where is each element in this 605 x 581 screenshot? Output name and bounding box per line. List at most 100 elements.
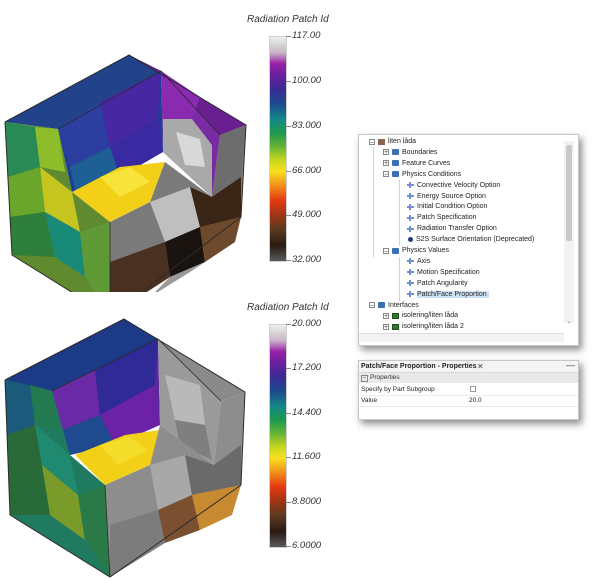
condition-icon (407, 182, 414, 189)
colorbar-tick-label: 17.200 (292, 362, 322, 373)
tree-item[interactable]: + Boundaries (383, 147, 437, 158)
tree-item-label: Physics Values (402, 247, 449, 254)
property-key: Specify by Part Subgroup (361, 386, 435, 393)
tree-guide-line (399, 180, 400, 246)
collapse-icon[interactable]: − (369, 302, 375, 309)
scroll-down-arrow-icon[interactable]: ⌄ (564, 319, 574, 325)
tick-mark (286, 413, 291, 414)
colorbar-tick-label: 14.400 (292, 407, 322, 418)
tree-item[interactable]: Motion Specification (407, 267, 480, 278)
condition-icon (407, 258, 414, 265)
collapse-icon[interactable]: − (361, 375, 368, 382)
collapse-icon[interactable]: − (369, 138, 375, 145)
collapse-icon[interactable]: − (383, 171, 389, 178)
colorbar-tick-label: 11.600 (292, 451, 321, 462)
colorbar-tick-label: 32.000 (292, 254, 322, 265)
tree-item[interactable]: + isolering/liten låda 2 (383, 321, 464, 332)
tick-mark (286, 126, 291, 127)
property-key: Value (361, 397, 378, 404)
tree-item[interactable]: − liten låda (369, 136, 416, 147)
tick-mark (286, 324, 291, 325)
section-label: Properties (370, 374, 400, 381)
scrollbar-thumb[interactable] (566, 145, 572, 241)
colorbar-top: Radiation Patch Id 117.00 100.00 83.000 … (245, 14, 355, 270)
condition-icon (407, 225, 414, 232)
properties-tab-title[interactable]: Patch/Face Proportion - Properties (361, 361, 477, 372)
tree-item-label: Patch/Face Proportion (417, 290, 489, 298)
interface-icon (392, 323, 399, 330)
node-icon (378, 138, 385, 145)
condition-icon (407, 280, 414, 287)
colorbar-tick-label: 100.00 (292, 75, 322, 86)
tree-item[interactable]: − Interfaces (369, 300, 419, 311)
expand-icon[interactable]: + (383, 149, 389, 156)
tree-item-label: Patch Specification (417, 214, 477, 222)
tree-item[interactable]: + Feature Curves (383, 158, 450, 169)
tree-vertical-scrollbar[interactable]: ⌄ (564, 141, 574, 325)
tick-mark (286, 36, 291, 37)
value-field[interactable]: 20.0 (469, 395, 482, 406)
collapse-icon[interactable]: − (383, 247, 389, 254)
tree-item[interactable]: − Physics Values (383, 245, 449, 256)
dot-icon (408, 237, 413, 243)
tree-item-label: S2S Surface Orientation (Deprecated) (416, 236, 535, 244)
condition-icon (407, 193, 414, 199)
colorbar-gradient (269, 324, 287, 548)
tick-mark (286, 502, 291, 503)
tree-item-label: Radiation Transfer Option (417, 225, 497, 233)
tree-item-label: Interfaces (388, 301, 419, 309)
condition-icon (407, 269, 414, 276)
close-icon[interactable]: ✕ (477, 361, 484, 372)
tree-item[interactable]: Convective Velocity Option (407, 180, 500, 191)
simulation-tree-panel[interactable]: − liten låda + Boundaries + Feature Curves − Ph… (358, 134, 579, 346)
interface-icon (392, 312, 399, 319)
expand-icon[interactable]: + (383, 160, 389, 167)
condition-icon (407, 291, 414, 298)
expand-icon[interactable]: + (383, 323, 389, 330)
properties-section-header[interactable]: − Properties (359, 373, 578, 383)
cube-render-bottom[interactable] (0, 315, 250, 581)
tree-item-label: Feature Curves (402, 159, 451, 167)
tree-item-label: Initial Condition Option (417, 203, 488, 211)
minimize-icon[interactable]: — (566, 360, 575, 371)
tree-item-label: isolering/liten låda (402, 312, 459, 320)
properties-header: Patch/Face Proportion - Properties ✕ — (359, 360, 578, 373)
tree-item-label: Axis (417, 257, 431, 265)
tree-item[interactable]: Axis (407, 256, 430, 267)
tree-item[interactable]: Patch/Face Proportion (407, 289, 489, 300)
specify-by-part-subgroup-checkbox[interactable] (470, 386, 476, 392)
colorbar-tick-label: 49.000 (292, 209, 322, 220)
tree-item-label: isolering/liten låda 2 (402, 323, 464, 331)
tick-mark (286, 260, 291, 261)
colorbar-bottom: Radiation Patch Id 20.000 17.200 14.400 … (245, 302, 355, 556)
tree-item[interactable]: − Physics Conditions (383, 169, 461, 180)
tree-item[interactable]: Energy Source Option (407, 191, 486, 202)
tree-item[interactable]: S2S Surface Orientation (Deprecated) (407, 234, 534, 245)
tree-item[interactable]: Radiation Transfer Option (407, 223, 497, 234)
tree-item-label: Motion Specification (417, 268, 480, 276)
property-row-value[interactable]: Value 20.0 (359, 395, 578, 407)
tree-item-label: Patch Angularity (417, 279, 468, 287)
tick-mark (286, 171, 291, 172)
tree-item[interactable]: Patch Angularity (407, 278, 468, 289)
tick-mark (286, 81, 291, 82)
folder-icon (378, 302, 385, 308)
colorbar-tick-label: 83.000 (292, 120, 322, 131)
tree-item[interactable]: Initial Condition Option (407, 201, 487, 212)
colorbar-title: Radiation Patch Id (247, 14, 329, 25)
colorbar-tick-label: 66.000 (292, 165, 322, 176)
tree-item[interactable]: + isolering/liten låda (383, 310, 458, 321)
cube-render-top[interactable] (0, 27, 250, 292)
expand-icon[interactable]: + (383, 312, 389, 319)
tree-item-label: Boundaries (402, 148, 438, 156)
condition-icon (407, 214, 414, 221)
tick-mark (286, 215, 291, 216)
tree-item[interactable]: Patch Specification (407, 212, 477, 223)
properties-panel[interactable]: Patch/Face Proportion - Properties ✕ — −… (358, 360, 579, 420)
tree-horizontal-scrollbar[interactable] (359, 333, 564, 342)
folder-icon (392, 247, 399, 254)
tick-mark (286, 546, 291, 547)
colorbar-tick-label: 6.0000 (292, 540, 322, 551)
tree-item-label: liten låda (388, 138, 417, 145)
colorbar-tick-label: 8.8000 (292, 496, 322, 507)
